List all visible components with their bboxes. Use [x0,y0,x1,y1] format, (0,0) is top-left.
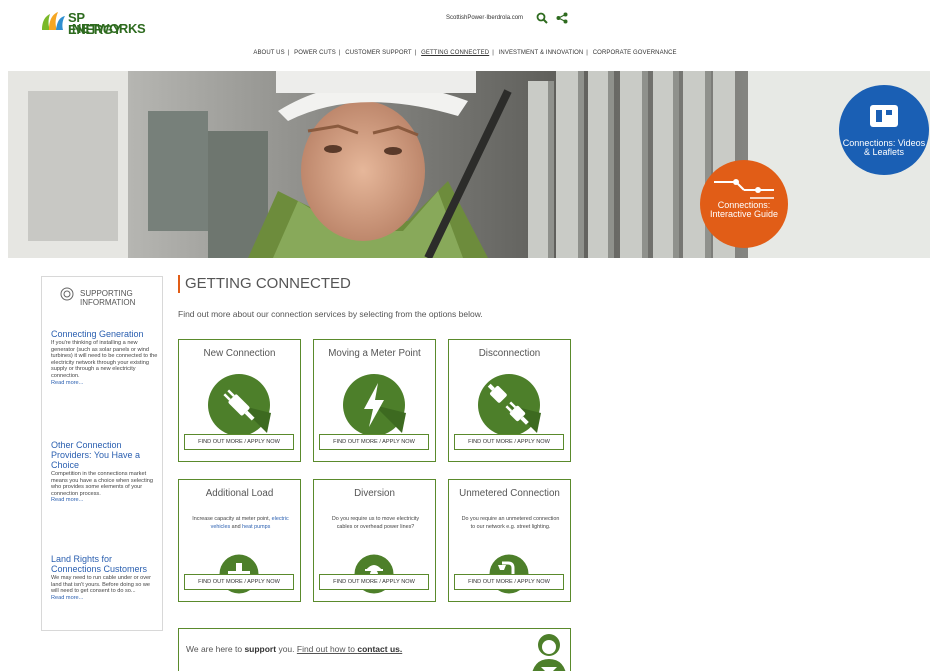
share-icon[interactable] [556,12,568,24]
nav-separator: | [414,50,417,56]
heat-pumps-link[interactable]: heat pumps [242,524,270,530]
scottishpower-link[interactable]: ScottishPower [446,15,484,21]
nav-getting-connected[interactable]: Getting Connected [419,50,491,56]
find-out-more-button[interactable]: Find out more / apply now [454,574,564,590]
find-out-more-button[interactable]: Find out more / apply now [454,434,564,450]
brand-logo[interactable]: SP ENERGY NETWORKS [40,10,146,40]
sidebar-item-body: If you're thinking of installing a new g… [51,340,158,379]
nav-separator: | [586,50,588,56]
card-diversion[interactable]: Diversion Do you require us to move elec… [313,479,436,602]
nav-about-us[interactable]: About Us [251,50,286,56]
search-icon[interactable] [536,12,548,24]
sidebar-item-land-rights: Land Rights for Connections Customers We… [51,554,159,601]
sidebar-heading-text: Supporting Information [80,289,136,307]
iberdrola-link[interactable]: Iberdrola.com [486,15,523,21]
videos-leaflets-label: Connections: Videos & Leaflets [842,138,926,157]
support-text-strong: support [244,644,277,654]
find-out-more-button[interactable]: Find out more / apply now [184,574,294,590]
circuit-icon [714,179,774,199]
read-more-link[interactable]: Read more... [51,497,159,504]
contact-link-strong: contact us. [357,644,403,654]
contact-us-link[interactable]: Find out how to contact us. [297,644,402,654]
find-out-more-button[interactable]: Find out more / apply now [184,434,294,450]
card-additional-load[interactable]: Additional Load Increase capacity at met… [178,479,301,602]
card-description: Do you require an unmetered connection t… [461,516,560,530]
card-new-connection[interactable]: New Connection Find out more / apply now [178,339,301,462]
card-title: Additional Load [205,488,274,499]
card-description: Increase capacity at meter point, electr… [191,516,290,531]
find-out-more-button[interactable]: Find out more / apply now [319,434,429,450]
support-banner: We are here to support you. Find out how… [178,628,571,671]
nav-investment-innovation[interactable]: Investment & Innovation [497,50,586,56]
card-description: Do you require us to move electricity ca… [331,516,420,530]
main-nav: About Us | Power Cuts | Customer Support | … [0,50,930,56]
supporting-information-sidebar: Supporting Information Connecting Genera… [41,276,163,631]
videos-leaflets-button[interactable]: Connections: Videos & Leaflets [839,85,929,175]
sidebar-item-title[interactable]: Land Rights for Connections Customers [51,554,159,574]
top-links: ScottishPower · Iberdrola.com [446,15,523,21]
card-title: Disconnection [478,348,541,359]
nav-corporate-governance[interactable]: Corporate Governance [591,50,679,56]
info-icon [60,287,74,301]
nav-separator: | [338,50,341,56]
customer-support-person-icon [532,634,566,671]
card-unmetered-connection[interactable]: Unmetered Connection Do you require an u… [448,479,571,602]
contact-link-pre: Find out how to [296,644,358,654]
interactive-guide-label: Connections: Interactive Guide [709,200,779,219]
unplug-icon [478,374,541,436]
intro-text: Find out more about our connection servi… [178,309,483,319]
leaf-logo-icon [42,12,65,30]
sidebar-item-title[interactable]: Other Connection Providers: You Have a C… [51,440,159,470]
support-text-post: you. [276,644,297,654]
read-more-link[interactable]: Read more... [51,380,159,387]
card-title: Unmetered Connection [459,488,560,499]
card-title: New Connection [203,348,276,359]
nav-separator: | [492,50,494,56]
sidebar-item-title[interactable]: Connecting Generation [51,329,159,339]
hero-image [8,71,930,258]
brand-line2: NETWORKS [72,21,146,36]
sidebar-item-other-providers: Other Connection Providers: You Have a C… [51,440,159,504]
sidebar-item-body: Competition in the connections market me… [51,471,153,497]
sidebar-item-connecting-generation: Connecting Generation If you're thinking… [51,329,159,386]
card-description-text: Increase capacity at meter point, [192,516,272,522]
nav-separator: | [287,50,290,56]
card-disconnection[interactable]: Disconnection Find out more / apply now [448,339,571,462]
video-leaflet-icon [870,105,898,127]
hero-banner: Connections: Interactive Guide Connectio… [8,71,930,258]
support-text: We are here to support you. Find out how… [186,644,402,654]
card-moving-meter-point[interactable]: Moving a Meter Point Find out more / app… [313,339,436,462]
sidebar-item-body: We may need to run cable under or over l… [51,575,152,595]
page-title: Getting Connected [178,275,351,293]
read-more-link[interactable]: Read more... [51,595,159,602]
card-description-text: and [230,523,243,530]
nav-customer-support[interactable]: Customer Support [343,50,413,56]
nav-power-cuts[interactable]: Power Cuts [292,50,338,56]
find-out-more-button[interactable]: Find out more / apply now [319,574,429,590]
plug-icon [208,374,271,436]
card-title: Moving a Meter Point [328,348,421,359]
support-text-pre: We are here to [186,644,245,654]
interactive-guide-button[interactable]: Connections: Interactive Guide [700,160,788,248]
lightning-icon [343,374,406,436]
card-title: Diversion [354,488,395,499]
